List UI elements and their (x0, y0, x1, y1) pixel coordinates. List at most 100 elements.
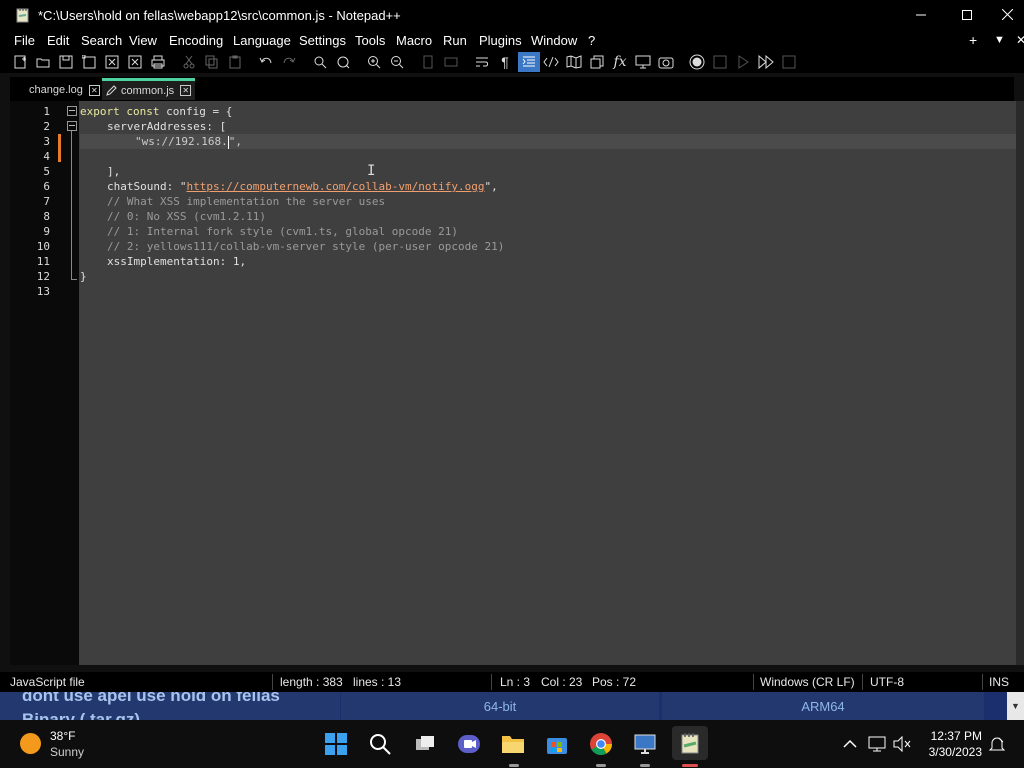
word-wrap-icon[interactable] (474, 54, 490, 70)
open-file-icon[interactable] (35, 54, 51, 70)
cut-icon[interactable] (181, 54, 197, 70)
menu-tools[interactable]: Tools (355, 33, 385, 48)
task-view-icon[interactable] (411, 730, 439, 758)
menu-edit[interactable]: Edit (47, 33, 69, 48)
doc-map-icon[interactable] (566, 54, 582, 70)
menu-settings[interactable]: Settings (299, 33, 346, 48)
status-encoding[interactable]: UTF-8 (870, 675, 904, 689)
notepadpp-taskbar-icon[interactable] (672, 726, 708, 760)
notification-icon[interactable] (983, 730, 1011, 758)
maximize-button[interactable] (944, 0, 990, 31)
weather-desc[interactable]: Sunny (50, 745, 84, 759)
tab-common-js[interactable]: common.js ✕ (102, 78, 196, 100)
code-comment: // 2: yellows111/collab-vm-server style … (107, 240, 505, 253)
line-number: 5 (43, 165, 50, 178)
search-icon[interactable] (366, 730, 394, 758)
undo-icon[interactable] (258, 54, 274, 70)
monitor-icon[interactable] (658, 54, 674, 70)
code-comment: // What XSS implementation the server us… (107, 195, 386, 208)
menu-plugins[interactable]: Plugins (479, 33, 522, 48)
redo-icon[interactable] (281, 54, 297, 70)
running-indicator (640, 764, 650, 767)
close-all-icon[interactable] (127, 54, 143, 70)
status-ln: Ln : 3 (500, 675, 531, 689)
tab-list-button[interactable]: ▼ (994, 34, 1005, 46)
close-button[interactable] (990, 0, 1024, 31)
paste-icon[interactable] (227, 54, 243, 70)
run-macro-multiple-icon[interactable] (758, 54, 774, 70)
clock-time[interactable]: 12:37 PM (920, 729, 982, 743)
sync-h-icon[interactable] (443, 54, 459, 70)
vertical-scrollbar[interactable] (1016, 101, 1024, 665)
url-link[interactable]: https://computernewb.com/collab-vm/notif… (186, 180, 484, 193)
folder-workspace-icon[interactable] (635, 54, 651, 70)
weather-temp[interactable]: 38°F (50, 729, 75, 743)
function-list-icon[interactable]: fx (612, 54, 628, 70)
teams-icon[interactable] (455, 730, 483, 758)
minimize-icon (916, 7, 926, 25)
tab-change-log[interactable]: change.log ✕ (29, 80, 100, 100)
menu-view[interactable]: View (129, 33, 157, 48)
save-icon[interactable] (58, 54, 74, 70)
code-comment: // 0: No XSS (cvm1.2.11) (107, 210, 266, 223)
menu-search[interactable]: Search (81, 33, 122, 48)
string-literal: ", (228, 135, 242, 148)
fold-toggle-icon[interactable] (67, 121, 77, 131)
sync-v-icon[interactable] (420, 54, 436, 70)
scroll-down-icon[interactable]: ▼ (1007, 692, 1024, 720)
fold-toggle-icon[interactable] (67, 106, 77, 116)
start-icon[interactable] (322, 730, 350, 758)
copy-icon[interactable] (204, 54, 220, 70)
bg-cell-64bit: 64-bit (341, 692, 659, 720)
title-bar: *C:\Users\hold on fellas\webapp12\src\co… (0, 0, 1024, 31)
menu-file[interactable]: File (14, 33, 35, 48)
add-tab-button[interactable]: + (969, 32, 977, 48)
tab-close-icon[interactable]: ✕ (88, 84, 100, 96)
chevron-up-icon[interactable] (836, 730, 864, 758)
menu-window[interactable]: Window (531, 33, 577, 48)
replace-icon[interactable] (335, 54, 351, 70)
network-icon[interactable] (863, 730, 891, 758)
menu-macro[interactable]: Macro (396, 33, 432, 48)
tab-label: change.log (29, 84, 83, 96)
save-macro-icon[interactable] (781, 54, 797, 70)
record-macro-icon[interactable] (689, 54, 705, 70)
menu-language[interactable]: Language (233, 33, 291, 48)
code-text: config = { (159, 105, 233, 118)
code-line-1: export const config = { (80, 104, 232, 119)
print-icon[interactable] (150, 54, 166, 70)
status-eol[interactable]: Windows (CR LF) (760, 675, 855, 689)
active-indicator (682, 764, 698, 767)
zoom-in-icon[interactable] (366, 54, 382, 70)
tab-close-icon[interactable]: ✕ (180, 85, 192, 96)
close-tab-button[interactable]: ✕ (1016, 33, 1024, 47)
close-file-icon[interactable] (104, 54, 120, 70)
close-icon (1001, 7, 1013, 25)
line-number: 9 (43, 225, 50, 238)
new-file-icon[interactable] (12, 54, 28, 70)
menu-encoding[interactable]: Encoding (169, 33, 223, 48)
save-all-icon[interactable] (81, 54, 97, 70)
indent-guide-icon[interactable] (518, 52, 540, 72)
play-macro-icon[interactable] (735, 54, 751, 70)
menu-help[interactable]: ? (588, 33, 595, 48)
doc-list-icon[interactable] (589, 54, 605, 70)
chrome-icon[interactable] (587, 730, 615, 758)
menu-run[interactable]: Run (443, 33, 467, 48)
stop-macro-icon[interactable] (712, 54, 728, 70)
clock-date[interactable]: 3/30/2023 (920, 745, 982, 759)
zoom-out-icon[interactable] (389, 54, 405, 70)
store-icon[interactable] (543, 730, 571, 758)
show-all-chars-icon[interactable]: ¶ (497, 54, 513, 70)
volume-muted-icon[interactable] (888, 730, 916, 758)
code-line-11: xssImplementation: 1, (107, 255, 247, 268)
sun-icon (20, 733, 41, 754)
file-explorer-icon[interactable] (499, 730, 527, 758)
remote-desktop-icon[interactable] (631, 730, 659, 758)
minimize-button[interactable] (898, 0, 944, 31)
line-number: 6 (43, 180, 50, 193)
status-bar: JavaScript file length : 383 lines : 13 … (0, 672, 1024, 692)
find-icon[interactable] (312, 54, 328, 70)
code-line-5: ], (107, 165, 121, 178)
xml-tag-icon[interactable] (543, 54, 559, 70)
